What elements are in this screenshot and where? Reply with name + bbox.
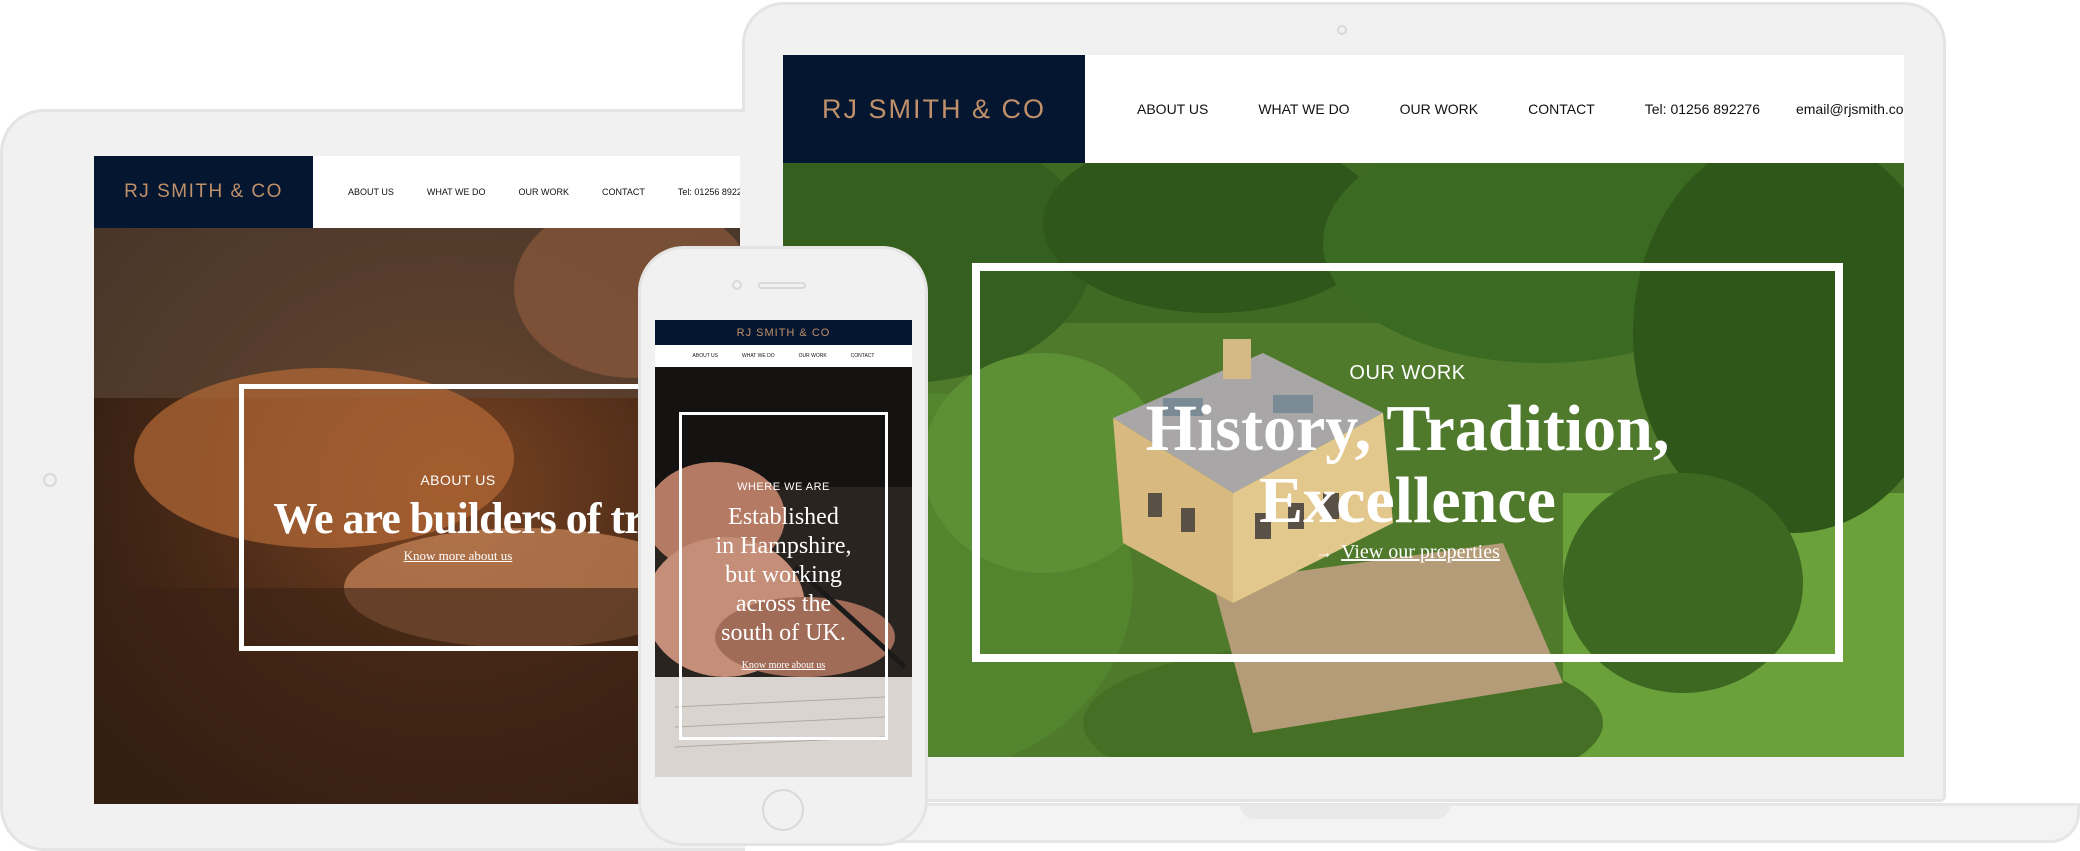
tablet-nav-our-work[interactable]: OUR WORK bbox=[519, 187, 570, 197]
brand-logo: RJ SMITH & CO bbox=[821, 93, 1046, 124]
phone-know-more-link[interactable]: Know more about us bbox=[742, 660, 826, 671]
phone-hero-frame: WHERE WE ARE Established in Hampshire, b… bbox=[679, 412, 888, 740]
phone-home-button[interactable] bbox=[762, 789, 804, 831]
tablet-brand-logo: RJ SMITH & CO bbox=[124, 181, 283, 202]
phone-nav: ABOUT US WHAT WE DO OUR WORK CONTACT bbox=[655, 345, 912, 367]
nav-about-us[interactable]: ABOUT US bbox=[1137, 101, 1208, 117]
hero-headline-line2: Excellence bbox=[1259, 463, 1556, 537]
tablet-nav-what-we-do[interactable]: WHAT WE DO bbox=[427, 187, 486, 197]
tablet-hero-headline: We are builders of tr bbox=[273, 493, 643, 543]
tablet-phone-link[interactable]: Tel: 01256 892276 bbox=[678, 187, 740, 197]
tablet-home-button bbox=[43, 473, 57, 487]
laptop-nav: ABOUT US WHAT WE DO OUR WORK CONTACT Tel… bbox=[1085, 55, 1904, 163]
nav-our-work[interactable]: OUR WORK bbox=[1400, 101, 1479, 117]
view-properties-link[interactable]: View our properties bbox=[1341, 541, 1500, 564]
tablet-hero-kicker: ABOUT US bbox=[420, 471, 496, 488]
phone-screen: RJ SMITH & CO ABOUT US WHAT WE DO OUR WO… bbox=[655, 320, 912, 777]
email-link[interactable]: email@rjsmith.co.uk bbox=[1796, 101, 1904, 117]
phone-brand-logo: RJ SMITH & CO bbox=[736, 326, 831, 339]
hero-headline-line1: History, Tradition, bbox=[1145, 391, 1670, 465]
tablet-logo-block[interactable]: RJ SMITH & CO bbox=[94, 156, 313, 228]
phone-hero-kicker: WHERE WE ARE bbox=[737, 481, 830, 493]
arrow-right-icon: → bbox=[1315, 541, 1334, 562]
laptop-hero-frame: OUR WORK History, Tradition, Excellence … bbox=[972, 263, 1843, 662]
phone-hero-line-5: south of UK. bbox=[721, 620, 846, 646]
tablet-nav-about-us[interactable]: ABOUT US bbox=[348, 187, 394, 197]
laptop-screen: RJ SMITH & CO ABOUT US WHAT WE DO OUR WO… bbox=[783, 55, 1904, 757]
tablet-know-more-link[interactable]: Know more about us bbox=[404, 548, 513, 564]
phone-nav-about-us[interactable]: ABOUT US bbox=[693, 353, 718, 359]
phone-speaker bbox=[758, 282, 806, 289]
phone-nav-what-we-do[interactable]: WHAT WE DO bbox=[742, 353, 775, 359]
phone-logo-bar[interactable]: RJ SMITH & CO bbox=[655, 320, 912, 345]
phone-hero-line-4: across the bbox=[735, 591, 832, 617]
phone-hero-line-3: but working bbox=[725, 562, 842, 588]
tablet-nav: ABOUT US WHAT WE DO OUR WORK CONTACT Tel… bbox=[313, 156, 740, 228]
hero-kicker: OUR WORK bbox=[1349, 361, 1466, 384]
phone-hero-line-2: in Hampshire, bbox=[715, 533, 852, 559]
phone-link[interactable]: Tel: 01256 892276 bbox=[1645, 101, 1760, 117]
laptop-logo-block[interactable]: RJ SMITH & CO bbox=[783, 55, 1085, 163]
nav-what-we-do[interactable]: WHAT WE DO bbox=[1258, 101, 1349, 117]
laptop-base-notch bbox=[1240, 805, 1450, 819]
phone-front-camera bbox=[732, 280, 742, 290]
laptop-camera bbox=[1337, 25, 1347, 35]
phone-nav-our-work[interactable]: OUR WORK bbox=[799, 353, 827, 359]
nav-contact[interactable]: CONTACT bbox=[1528, 101, 1595, 117]
tablet-nav-contact[interactable]: CONTACT bbox=[602, 187, 645, 197]
phone-hero-line-1: Established bbox=[728, 504, 839, 530]
phone-nav-contact[interactable]: CONTACT bbox=[851, 353, 875, 359]
